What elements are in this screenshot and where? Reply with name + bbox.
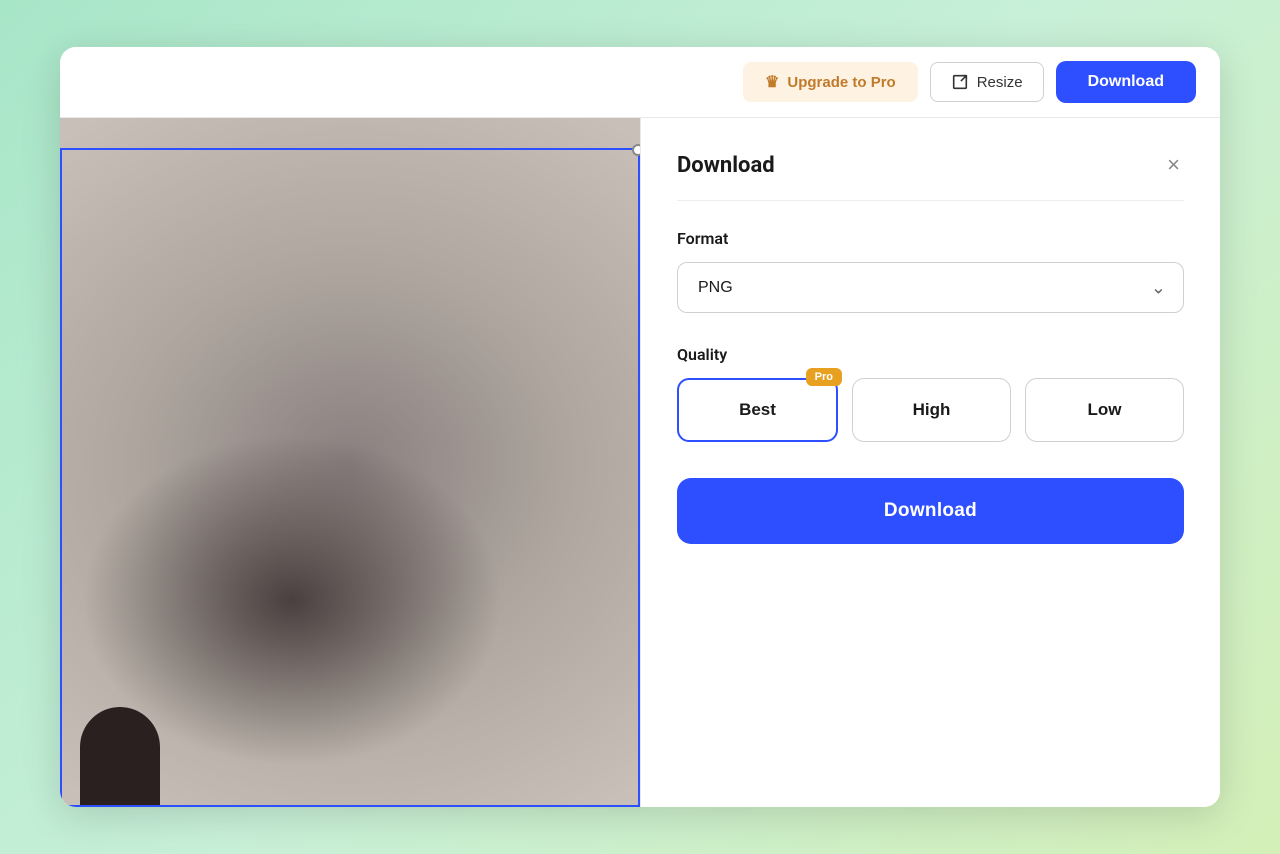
close-icon: × <box>1167 154 1180 176</box>
quality-low-label: Low <box>1088 400 1122 419</box>
toolbar: ♛ Upgrade to Pro Resize Download <box>60 47 1220 118</box>
quality-best-label: Best <box>739 400 776 419</box>
canvas-image <box>60 118 640 807</box>
format-label: Format <box>677 229 1184 248</box>
close-button[interactable]: × <box>1163 150 1184 180</box>
resize-label: Resize <box>977 74 1023 91</box>
download-header-label: Download <box>1088 73 1164 90</box>
panel-header: Download × <box>677 150 1184 201</box>
quality-best-button[interactable]: Pro Best <box>677 378 838 442</box>
quality-options: Pro Best High Low <box>677 378 1184 442</box>
download-action-label: Download <box>884 500 977 521</box>
quality-high-label: High <box>913 400 951 419</box>
panel-title: Download <box>677 153 775 178</box>
quality-low-button[interactable]: Low <box>1025 378 1184 442</box>
quality-high-button[interactable]: High <box>852 378 1011 442</box>
quality-section: Quality Pro Best High Low <box>677 345 1184 442</box>
pro-badge: Pro <box>806 368 842 386</box>
app-container: ♛ Upgrade to Pro Resize Download <box>60 47 1220 807</box>
image-content <box>60 118 640 807</box>
upgrade-to-pro-button[interactable]: ♛ Upgrade to Pro <box>743 62 918 102</box>
format-section: Format PNG JPG WEBP SVG ⌄ <box>677 229 1184 313</box>
upgrade-label: Upgrade to Pro <box>787 74 895 91</box>
crown-icon: ♛ <box>765 72 779 92</box>
canvas-area <box>60 118 640 807</box>
format-select[interactable]: PNG JPG WEBP SVG <box>677 262 1184 313</box>
quality-label: Quality <box>677 345 1184 364</box>
format-select-wrapper: PNG JPG WEBP SVG ⌄ <box>677 262 1184 313</box>
download-header-button[interactable]: Download <box>1056 61 1196 103</box>
main-area: Download × Format PNG JPG WEBP SVG ⌄ <box>60 118 1220 807</box>
download-action-button[interactable]: Download <box>677 478 1184 544</box>
download-panel: Download × Format PNG JPG WEBP SVG ⌄ <box>640 118 1220 807</box>
resize-button[interactable]: Resize <box>930 62 1044 102</box>
image-bottom-shape <box>80 707 160 807</box>
resize-icon <box>951 73 969 91</box>
